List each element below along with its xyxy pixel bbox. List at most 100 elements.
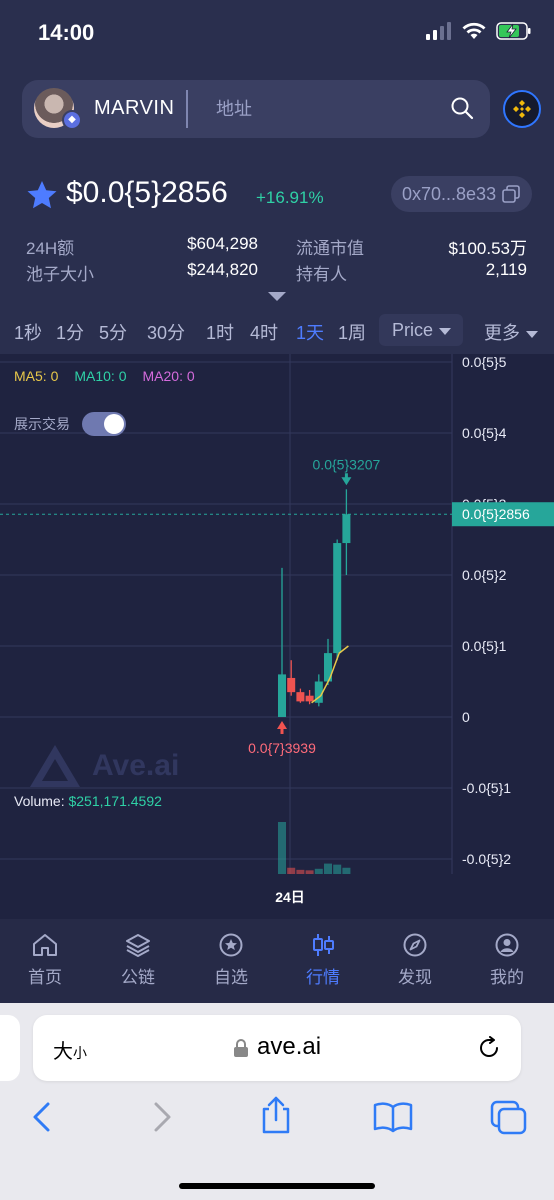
nav-market-label: 行情	[306, 968, 340, 987]
star-circle-icon	[219, 933, 243, 957]
nav-chains[interactable]: 公链	[103, 933, 173, 988]
battery-charging-icon	[496, 22, 531, 40]
tab-4h[interactable]: 4时	[250, 319, 278, 345]
chevron-down-icon	[439, 327, 452, 335]
expand-caret-icon[interactable]	[268, 292, 286, 301]
stat-value-market-cap: $100.53万	[448, 239, 527, 258]
tab-1s[interactable]: 1秒	[14, 319, 42, 345]
nav-watchlist-label: 自选	[214, 968, 248, 987]
user-icon	[495, 933, 519, 957]
url-bar[interactable]: 大小 ave.ai	[33, 1015, 521, 1081]
ave-watermark: Ave.ai	[28, 743, 179, 789]
copy-icon[interactable]	[502, 185, 520, 203]
compass-icon	[403, 933, 427, 957]
nav-home[interactable]: 首页	[10, 933, 80, 988]
ma-legend: MA5: 0 MA10: 0 MA20: 0	[14, 368, 195, 384]
tab-5m[interactable]: 5分	[99, 319, 127, 345]
ma5-label: MA5: 0	[14, 368, 59, 384]
tab-1m[interactable]: 1分	[56, 319, 84, 345]
token-search-bar[interactable]: ◆ MARVIN	[22, 80, 490, 138]
bottom-nav: 首页 公链 自选 行情 发现 我的	[0, 919, 554, 1003]
low-price-annotation: 0.0{7}3939	[248, 740, 316, 756]
tab-1h[interactable]: 1时	[206, 319, 234, 345]
nav-home-label: 首页	[28, 968, 62, 987]
ave-logo-icon	[30, 745, 80, 787]
show-trades-row: 展示交易	[14, 412, 126, 436]
y-tick-label: 0.0{5}1	[462, 638, 507, 654]
cellular-signal-icon	[426, 22, 451, 40]
url-text: ave.ai	[257, 1033, 322, 1060]
forward-icon[interactable]	[150, 1101, 174, 1133]
x-tick-label: 24日	[275, 889, 305, 905]
stat-value-holders: 2,119	[485, 260, 527, 279]
current-price-label: 0.0{5}2856	[462, 506, 530, 522]
volume-bar	[287, 867, 296, 874]
chevron-down-icon	[526, 330, 538, 338]
tabs-icon[interactable]	[490, 1100, 528, 1136]
kline-chart-canvas[interactable]: 0.0{5}50.0{5}40.0{5}30.0{5}20.0{5}10-0.0…	[0, 354, 554, 919]
candle-body	[296, 692, 305, 702]
ma20-label: MA20: 0	[142, 368, 195, 384]
layers-icon	[126, 934, 150, 957]
stat-value-pool-size: $244,820	[187, 260, 258, 279]
high-arrow-icon	[341, 473, 352, 486]
more-dropdown[interactable]: 更多	[484, 319, 538, 345]
share-icon[interactable]	[259, 1095, 293, 1135]
back-icon[interactable]	[30, 1101, 54, 1133]
high-price-annotation: 0.0{5}3207	[313, 456, 381, 472]
y-tick-label: 0.0{5}2	[462, 567, 507, 583]
bnb-chain-icon[interactable]	[503, 90, 541, 128]
safari-toolbar: 大小 ave.ai	[0, 1003, 554, 1200]
volume-bar	[324, 863, 332, 874]
ma10-label: MA10: 0	[74, 368, 127, 384]
volume-readout: Volume: $251,171.4592	[14, 793, 162, 809]
volume-bar	[333, 864, 342, 874]
candle-body	[287, 677, 296, 693]
tab-1d[interactable]: 1天	[296, 319, 324, 345]
nav-watchlist[interactable]: 自选	[196, 933, 266, 988]
toggle-knob	[104, 414, 124, 434]
text-size-button[interactable]: 大小	[53, 1035, 87, 1064]
token-name: MARVIN	[94, 97, 175, 119]
tab-1w[interactable]: 1周	[338, 319, 366, 345]
candle-body	[278, 674, 286, 717]
nav-discover-label: 发现	[398, 968, 432, 987]
kline-chart[interactable]: 0.0{5}50.0{5}40.0{5}30.0{5}20.0{5}10-0.0…	[0, 354, 554, 919]
text-size-large: 大	[53, 1041, 73, 1063]
tab-30m[interactable]: 30分	[147, 319, 185, 345]
candles-icon	[313, 934, 334, 956]
previous-tab-edge[interactable]	[0, 1015, 20, 1081]
y-tick-label: -0.0{5}2	[462, 851, 511, 867]
show-trades-toggle[interactable]	[82, 412, 126, 436]
favorite-star-icon[interactable]	[26, 180, 58, 210]
volume-bar	[296, 869, 305, 874]
home-indicator	[179, 1183, 375, 1189]
volume-label: Volume:	[14, 793, 65, 809]
contract-address: 0x70...8e33	[402, 184, 497, 204]
nav-profile[interactable]: 我的	[472, 933, 542, 988]
low-arrow-icon	[277, 721, 287, 734]
more-label: 更多	[484, 323, 520, 343]
y-tick-label: -0.0{5}1	[462, 780, 511, 796]
search-icon[interactable]	[450, 96, 474, 120]
bookmarks-icon[interactable]	[373, 1101, 413, 1133]
status-icons	[426, 22, 532, 40]
address-search-input[interactable]	[216, 96, 416, 122]
contract-address-pill[interactable]: 0x70...8e33	[391, 176, 532, 212]
reload-icon[interactable]	[477, 1036, 501, 1060]
watermark-text: Ave.ai	[92, 749, 180, 782]
nav-profile-label: 我的	[490, 968, 524, 987]
candle-body	[342, 514, 351, 544]
nav-market[interactable]: 行情	[288, 933, 358, 988]
search-divider	[186, 90, 188, 128]
token-price: $0.0{5}2856	[66, 176, 228, 209]
nav-discover[interactable]: 发现	[380, 933, 450, 988]
stat-label-market-cap: 流通市值	[296, 239, 364, 258]
volume-bar	[314, 868, 323, 874]
volume-value: $251,171.4592	[68, 793, 162, 809]
price-type-dropdown[interactable]: Price	[379, 314, 463, 346]
price-type-label: Price	[392, 320, 434, 340]
bnb-logo-icon	[513, 100, 531, 118]
candle-body	[305, 695, 314, 702]
lock-icon	[234, 1039, 248, 1057]
